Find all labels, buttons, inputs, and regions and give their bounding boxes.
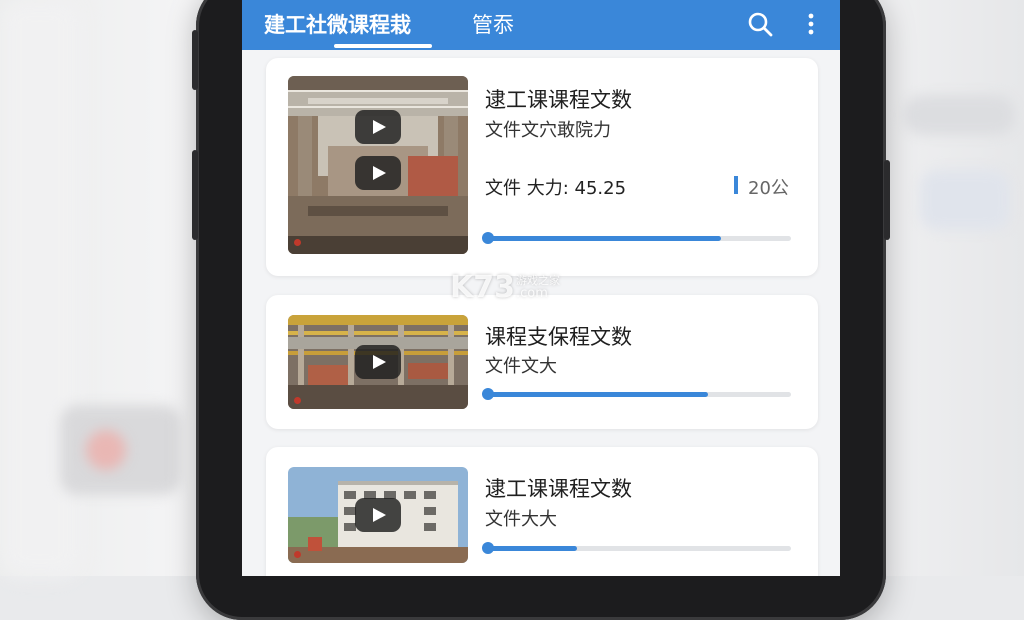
progress-start-dot xyxy=(482,542,494,554)
watermark-text: K73 xyxy=(450,270,515,305)
tab-manage[interactable]: 管忝 xyxy=(472,9,514,39)
play-icon[interactable] xyxy=(355,110,401,144)
course-title: 逮工课课程文数 xyxy=(485,477,632,501)
progress-fill xyxy=(485,546,577,551)
progress-start-dot xyxy=(482,232,494,244)
app-bar: 建工社微课程栽 管忝 xyxy=(242,0,840,50)
background-object-red xyxy=(86,430,126,470)
course-count: 20公 xyxy=(748,178,789,199)
course-video-thumbnail[interactable] xyxy=(288,76,468,254)
tab-course-list[interactable]: 建工社微课程栽 xyxy=(264,9,411,39)
record-indicator-icon xyxy=(294,239,301,246)
progress-track xyxy=(482,542,791,554)
course-subtitle: 文件文穴敢院力 xyxy=(485,120,611,141)
phone-side-button xyxy=(192,150,198,240)
phone-side-button xyxy=(192,30,198,90)
course-file-size: 文件 大力: 45.25 xyxy=(485,178,627,199)
search-button[interactable] xyxy=(746,10,776,40)
progress-track xyxy=(482,388,791,400)
count-marker xyxy=(734,176,738,194)
more-options-button[interactable] xyxy=(796,10,826,40)
progress-fill xyxy=(485,236,721,241)
course-card[interactable]: 逮工课课程文数 文件大大 xyxy=(266,447,818,576)
play-icon[interactable] xyxy=(355,498,401,532)
play-icon[interactable] xyxy=(355,156,401,190)
progress-fill xyxy=(485,392,709,397)
course-title: 逮工课课程文数 xyxy=(485,88,632,112)
play-icon[interactable] xyxy=(355,345,401,379)
course-card[interactable]: 逮工课课程文数 文件文穴敢院力 文件 大力: 45.25 20公 xyxy=(266,58,818,276)
watermark-logo: K73 游戏之家 .com xyxy=(450,270,590,310)
search-icon xyxy=(748,12,773,37)
course-video-thumbnail[interactable] xyxy=(288,315,468,409)
active-tab-indicator xyxy=(334,44,432,48)
more-vert-icon xyxy=(808,13,814,35)
background-object xyxy=(905,95,1015,135)
background-object xyxy=(920,170,1010,230)
course-subtitle: 文件大大 xyxy=(485,509,557,530)
course-video-thumbnail[interactable] xyxy=(288,467,468,563)
course-title: 课程支保程文数 xyxy=(485,325,632,349)
record-indicator-icon xyxy=(294,397,301,404)
phone-power-button xyxy=(884,160,890,240)
progress-start-dot xyxy=(482,388,494,400)
course-subtitle: 文件文大 xyxy=(485,356,557,377)
watermark-domain: .com xyxy=(516,286,548,301)
record-indicator-icon xyxy=(294,551,301,558)
progress-track xyxy=(482,232,791,244)
course-card[interactable]: 课程支保程文数 文件文大 xyxy=(266,295,818,429)
